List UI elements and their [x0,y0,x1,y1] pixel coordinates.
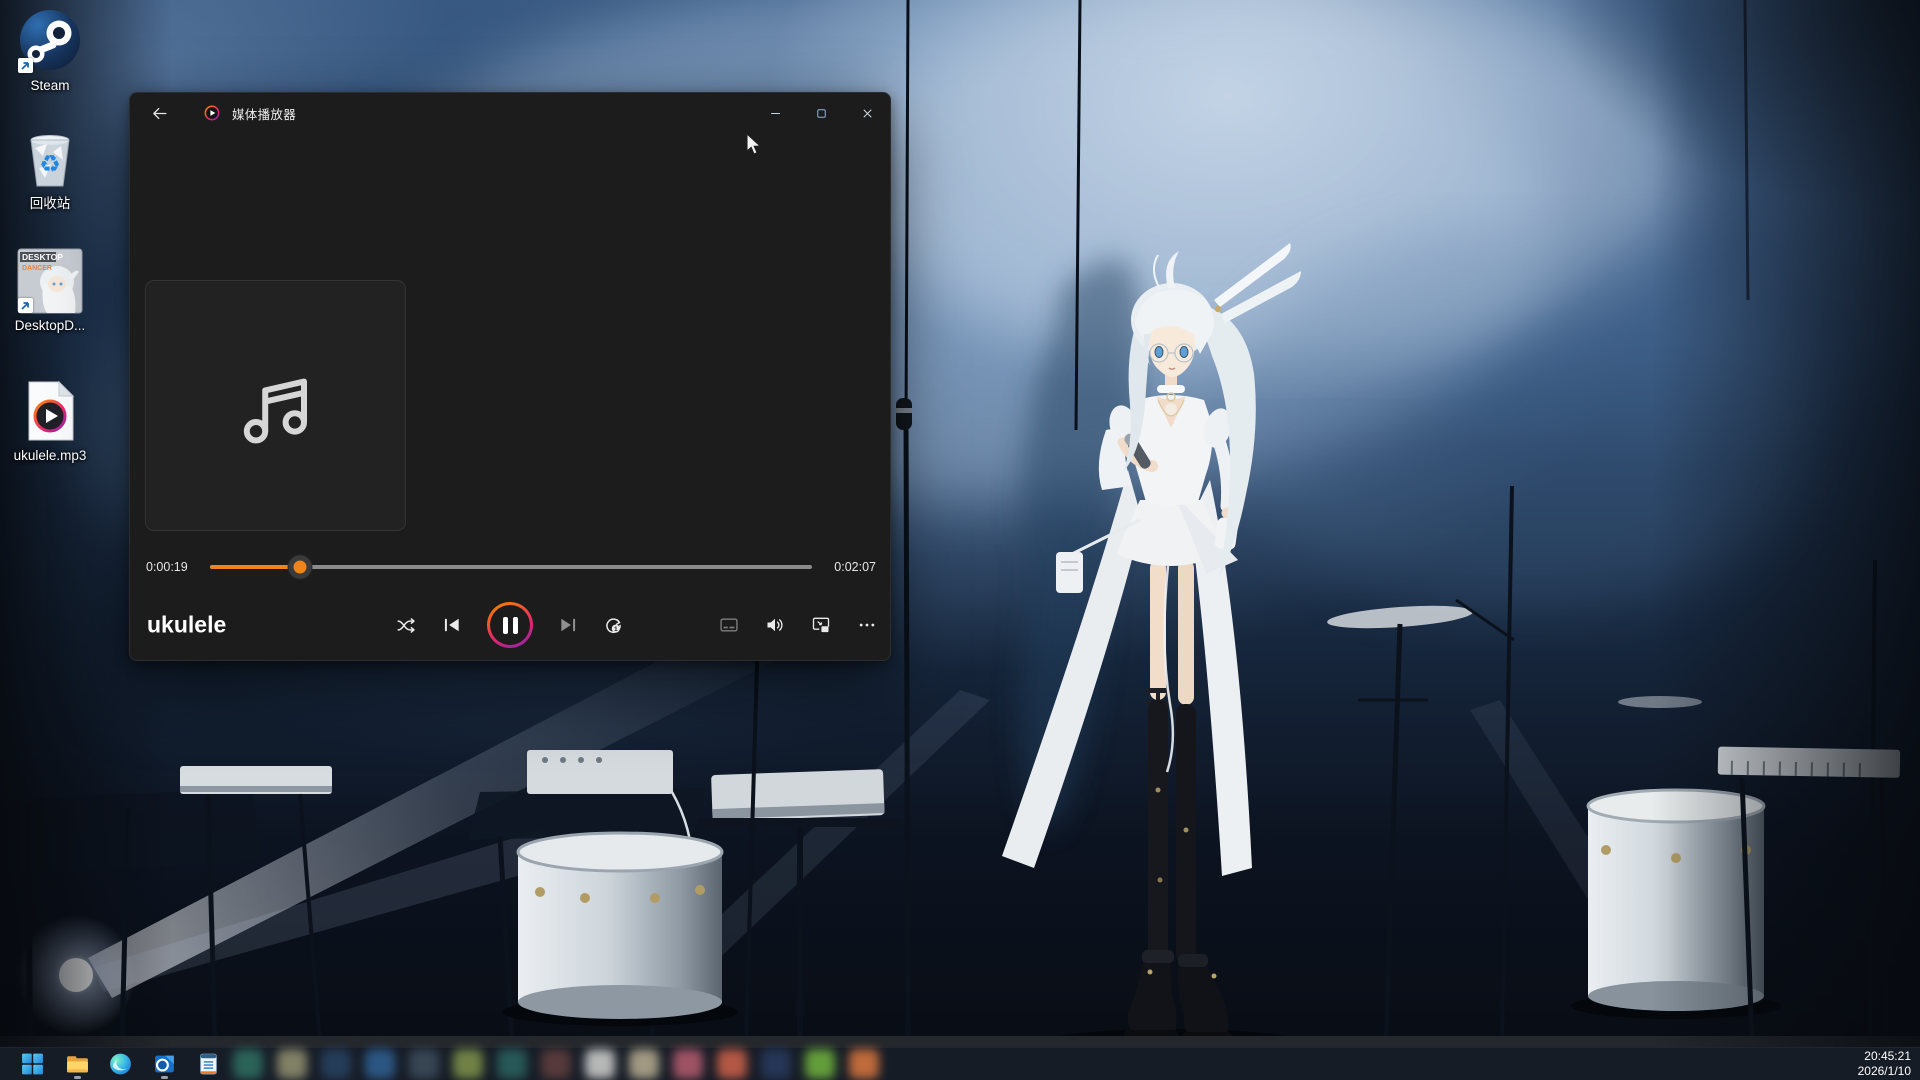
recycle-bin-icon: ♻ [17,126,83,192]
audio-file-icon [17,378,83,444]
blurred-app-icon[interactable] [717,1049,747,1079]
shuffle-icon [396,615,417,636]
maximize-button[interactable] [798,93,844,133]
desktop: Steam ♻ 回收站 DESKTOP DAN [0,0,1920,1080]
running-indicator [161,1076,168,1079]
playback-controls: ukulele [130,596,890,654]
blurred-app-icon[interactable] [365,1049,395,1079]
svg-text:1: 1 [614,626,618,633]
minimize-button[interactable] [752,93,798,133]
next-track-button[interactable] [558,615,578,635]
desktop-icon-ukulele-mp3[interactable]: ukulele.mp3 [0,378,100,463]
pause-button[interactable] [487,602,533,648]
more-icon [857,615,877,635]
back-icon [151,105,168,122]
clock-date: 2026/1/10 [1858,1064,1911,1079]
desktop-icon-recycle-bin[interactable]: ♻ 回收站 [0,126,100,211]
minimize-icon [768,106,783,121]
seek-slider[interactable] [210,565,813,569]
total-time: 0:02:07 [834,560,876,574]
mini-player-icon [811,615,831,635]
blurred-app-icon[interactable] [805,1049,835,1079]
clock-time: 20:45:21 [1858,1049,1911,1064]
repeat-one-icon: 1 [603,615,624,636]
file-explorer-button[interactable] [65,1052,90,1077]
maximize-icon [814,106,829,121]
notepad-button[interactable] [196,1052,221,1077]
blurred-app-icon[interactable] [585,1049,615,1079]
blurred-app-icon[interactable] [277,1049,307,1079]
desktop-icon-label: Steam [0,78,100,93]
mini-player-button[interactable] [811,615,831,635]
blurred-app-icon[interactable] [673,1049,703,1079]
desktop-icon-label: DesktopD... [0,318,100,333]
window-title: 媒体播放器 [232,104,296,123]
taskbar-clock[interactable]: 20:45:21 2026/1/10 [1858,1049,1911,1079]
blurred-app-icon[interactable] [761,1049,791,1079]
titlebar[interactable]: 媒体播放器 [130,93,890,133]
elapsed-time: 0:00:19 [146,560,188,574]
edge-icon [108,1052,133,1077]
svg-text:DANCER: DANCER [22,265,52,272]
svg-text:DESKTOP: DESKTOP [22,252,63,262]
pause-icon [513,617,518,634]
shortcut-arrow-icon [18,298,33,313]
pause-icon [503,617,508,634]
blurred-app-icon[interactable] [453,1049,483,1079]
svg-text:♻: ♻ [39,151,61,178]
close-icon [860,106,875,121]
taskbar-blurred-icons [233,1049,879,1079]
album-art-placeholder [145,280,406,531]
outlook-icon [152,1052,177,1077]
seek-progress [210,565,300,569]
volume-button[interactable] [765,615,785,635]
volume-icon [765,615,785,635]
notepad-icon [196,1052,221,1077]
blurred-app-icon[interactable] [409,1049,439,1079]
back-button[interactable] [144,98,174,128]
blurred-app-icon[interactable] [629,1049,659,1079]
music-note-icon [228,358,324,454]
seek-thumb[interactable] [294,561,307,574]
desktop-icon-label: ukulele.mp3 [0,448,100,463]
repeat-one-button[interactable]: 1 [603,615,624,636]
running-indicator [74,1076,81,1079]
media-player-logo-icon [204,105,220,121]
edge-button[interactable] [108,1052,133,1077]
desktop-icon-steam[interactable]: Steam [0,8,100,93]
blurred-app-icon[interactable] [321,1049,351,1079]
close-button[interactable] [844,93,890,133]
track-title: ukulele [147,612,226,639]
desktop-icon-label: 回收站 [0,196,100,211]
start-icon [20,1052,45,1077]
file-explorer-icon [65,1052,90,1077]
outlook-button[interactable] [152,1052,177,1077]
previous-track-button[interactable] [442,615,462,635]
subtitles-icon [719,615,739,635]
seek-row: 0:00:19 0:02:07 [130,553,890,581]
desktop-icon-desktop-dancer[interactable]: DESKTOP DANCER DesktopD... [0,248,100,333]
next-track-icon [558,615,578,635]
start-button[interactable] [20,1052,45,1077]
blurred-app-icon[interactable] [849,1049,879,1079]
previous-track-icon [442,615,462,635]
blurred-app-icon[interactable] [541,1049,571,1079]
shuffle-button[interactable] [396,615,417,636]
blurred-app-icon[interactable] [233,1049,263,1079]
subtitles-button[interactable] [719,615,739,635]
blurred-app-icon[interactable] [497,1049,527,1079]
more-button[interactable] [857,615,877,635]
taskbar: 20:45:21 2026/1/10 [0,1047,1920,1080]
shortcut-arrow-icon [18,58,33,73]
media-player-window: 媒体播放器 [129,92,891,661]
